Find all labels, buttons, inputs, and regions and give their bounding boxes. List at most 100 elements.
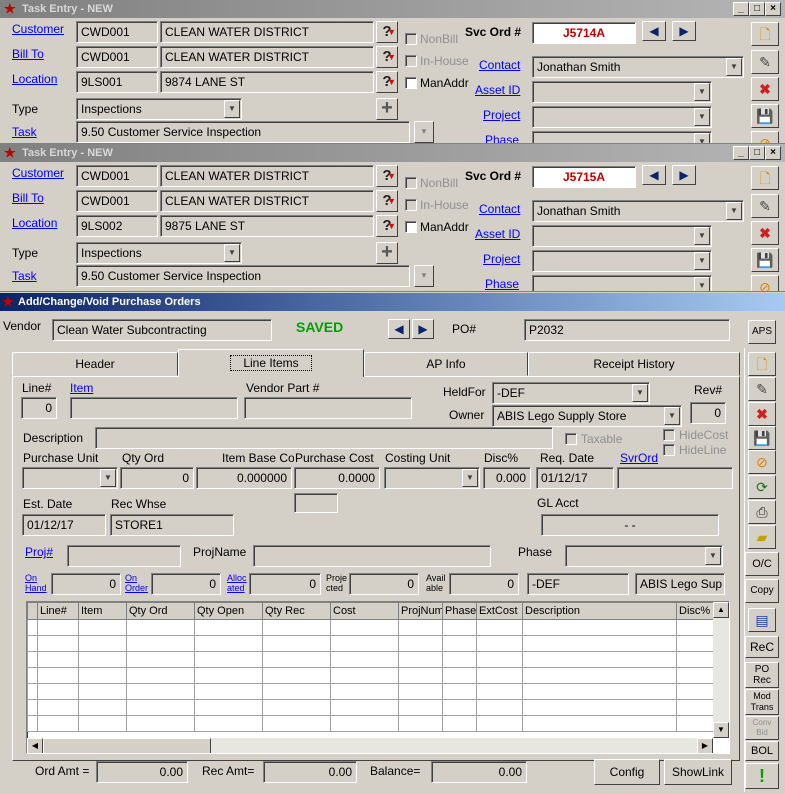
chevron-down-icon[interactable]: ▼ [632, 384, 648, 402]
delete-record-icon[interactable]: ✖ [751, 221, 779, 245]
table-cell[interactable] [126, 619, 195, 636]
nonbill-checkbox[interactable] [405, 33, 417, 45]
showlink-button[interactable]: ShowLink [664, 759, 732, 785]
table-cell[interactable] [194, 619, 263, 636]
customer-name-field[interactable]: CLEAN WATER DISTRICT [160, 21, 374, 43]
bill-to-link[interactable]: Bill To [12, 191, 44, 205]
req-date-field[interactable]: 01/12/17 [536, 467, 614, 489]
vertical-scrollbar[interactable]: ▲ ▼ [713, 602, 729, 738]
table-cell[interactable] [330, 699, 399, 716]
tab-receipt-history[interactable]: Receipt History [528, 352, 740, 376]
table-cell[interactable] [262, 619, 331, 636]
on-order-field[interactable]: 0 [151, 573, 221, 595]
taxable-checkbox[interactable] [565, 433, 577, 445]
table-cell[interactable] [330, 635, 399, 652]
po-rec-button[interactable]: PO Rec [745, 662, 779, 688]
table-cell[interactable] [676, 667, 714, 684]
location-code-field[interactable]: 9LS001 [76, 71, 158, 93]
location-lookup-button[interactable]: ? ▼ [376, 215, 398, 237]
tab-ap-info[interactable]: AP Info [364, 352, 528, 376]
est-date-field[interactable]: 01/12/17 [22, 514, 106, 536]
customer-link[interactable]: Customer [12, 166, 64, 180]
project-select[interactable]: ▼ [532, 106, 712, 128]
rec-button[interactable]: ReC [745, 636, 779, 658]
print-icon[interactable]: ⎙ [748, 500, 776, 524]
table-row[interactable] [27, 715, 714, 732]
task-entry-titlebar[interactable]: ★ Task Entry - NEW _ □ × [0, 0, 785, 18]
table-cell[interactable] [194, 667, 263, 684]
purchase-cost-field[interactable]: 0.0000 [294, 467, 380, 489]
table-cell[interactable] [676, 715, 714, 732]
item-link[interactable]: Item [70, 381, 93, 395]
prev-order-button[interactable]: ◀ [642, 165, 666, 185]
table-cell[interactable] [37, 635, 79, 652]
chevron-down-icon[interactable]: ▼ [224, 100, 240, 118]
next-order-button[interactable]: ▶ [672, 165, 696, 185]
svc-ord-field[interactable]: J5715A [532, 166, 636, 188]
minimize-button[interactable]: _ [733, 146, 749, 160]
table-row[interactable] [27, 651, 714, 668]
edit-record-icon[interactable]: ✎ [751, 194, 779, 218]
table-cell[interactable] [676, 651, 714, 668]
bol-button[interactable]: BOL [745, 741, 779, 761]
po-number-field[interactable]: P2032 [524, 319, 730, 341]
grid-col-header[interactable]: Item [78, 602, 127, 620]
table-cell[interactable] [398, 667, 443, 684]
grid-col-header[interactable]: Description [522, 602, 677, 620]
table-cell[interactable] [330, 651, 399, 668]
asset-id-link[interactable]: Asset ID [475, 83, 520, 97]
table-cell[interactable] [398, 619, 443, 636]
void-icon[interactable]: ⊘ [748, 450, 776, 474]
table-cell[interactable] [676, 635, 714, 652]
hidecost-checkbox[interactable] [663, 429, 675, 441]
allocated-field[interactable]: 0 [249, 573, 321, 595]
table-row[interactable] [27, 699, 714, 716]
table-cell[interactable] [78, 635, 127, 652]
chevron-down-icon[interactable]: ▼ [694, 108, 710, 126]
table-cell[interactable] [476, 619, 523, 636]
task-link[interactable]: Task [12, 125, 37, 139]
grid-col-header[interactable]: Disc% [676, 602, 714, 620]
rec-whse-field[interactable]: STORE1 [110, 514, 234, 536]
available-field[interactable]: 0 [449, 573, 519, 595]
bill-to-link[interactable]: Bill To [12, 47, 44, 61]
chevron-down-icon[interactable]: ▼ [726, 202, 742, 220]
proj-link[interactable]: Proj# [25, 545, 53, 559]
table-cell[interactable] [126, 667, 195, 684]
aps-button[interactable]: APS [748, 320, 776, 344]
prev-po-button[interactable]: ◀ [388, 319, 410, 339]
table-cell[interactable] [194, 683, 263, 700]
table-cell[interactable] [126, 635, 195, 652]
maximize-button[interactable]: □ [749, 2, 765, 16]
customer-lookup-button[interactable]: ? ▼ [376, 165, 398, 187]
table-cell[interactable] [522, 715, 677, 732]
table-cell[interactable] [27, 651, 38, 668]
table-row[interactable] [27, 683, 714, 700]
table-cell[interactable] [37, 619, 79, 636]
table-cell[interactable] [476, 699, 523, 716]
chevron-down-icon[interactable]: ▼ [694, 83, 710, 101]
phase-link[interactable]: Phase [485, 133, 519, 143]
chevron-down-icon[interactable]: ▼ [694, 252, 710, 270]
edit-record-icon[interactable]: ✎ [751, 50, 779, 74]
chevron-down-icon[interactable]: ▼ [664, 407, 680, 425]
location-lookup-button[interactable]: ? ▼ [376, 71, 398, 93]
task-dropdown-icon[interactable]: ▼ [414, 265, 434, 287]
table-cell[interactable] [78, 715, 127, 732]
scroll-thumb[interactable] [43, 738, 211, 753]
billto-name-field[interactable]: CLEAN WATER DISTRICT [160, 46, 374, 68]
scroll-right-icon[interactable]: ▶ [697, 738, 713, 753]
table-cell[interactable] [398, 715, 443, 732]
save-icon[interactable]: 💾 [748, 426, 776, 450]
table-cell[interactable] [262, 635, 331, 652]
chevron-down-icon[interactable]: ▼ [100, 469, 116, 487]
table-cell[interactable] [398, 651, 443, 668]
billto-lookup-button[interactable]: ? ▼ [376, 190, 398, 212]
asset-id-select[interactable]: ▼ [532, 81, 712, 103]
table-cell[interactable] [126, 699, 195, 716]
table-cell[interactable] [522, 667, 677, 684]
vendor-field[interactable]: Clean Water Subcontracting [52, 319, 272, 341]
type-select[interactable]: Inspections ▼ [76, 98, 242, 120]
close-button[interactable]: × [765, 146, 781, 160]
horizontal-scrollbar[interactable]: ◀ ▶ [27, 738, 713, 753]
